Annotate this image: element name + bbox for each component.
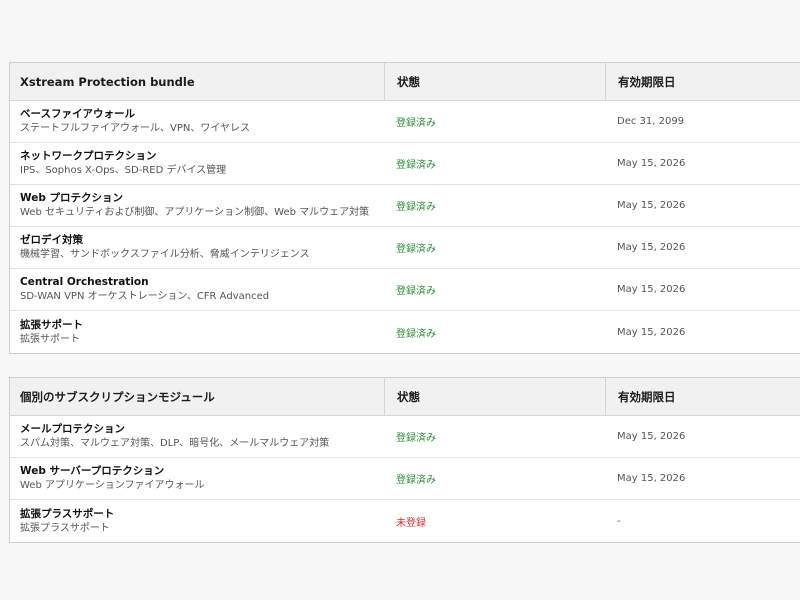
subscription-description: Web アプリケーションファイアウォール bbox=[20, 480, 205, 491]
subscription-description: Web セキュリティおよび制御、アプリケーション制御、Web マルウェア対策 bbox=[20, 207, 370, 218]
status-registered: 登録済み bbox=[396, 160, 436, 171]
table-row: Web サーバープロテクション Web アプリケーションファイアウォール 登録済… bbox=[10, 458, 800, 500]
status-registered: 登録済み bbox=[396, 118, 436, 129]
status-registered: 登録済み bbox=[396, 328, 436, 340]
subscription-name: ベースファイアウォール bbox=[20, 108, 135, 120]
subscription-description: スパム対策、マルウェア対策、DLP、暗号化、メールマルウェア対策 bbox=[20, 438, 330, 449]
bundle-table-header: Xstream Protection bundle 状態 有効期限日 bbox=[10, 63, 800, 101]
table-row: 拡張サポート 拡張サポート 登録済み May 15, 2026 bbox=[10, 311, 800, 353]
table-row: Web プロテクション Web セキュリティおよび制御、アプリケーション制御、W… bbox=[10, 185, 800, 227]
status-unregistered: 未登録 bbox=[396, 517, 426, 529]
subscription-name: 拡張プラスサポート bbox=[20, 507, 115, 520]
table-row: 拡張プラスサポート 拡張プラスサポート 未登録 - bbox=[10, 500, 800, 542]
column-header-status[interactable]: 状態 bbox=[384, 63, 605, 100]
expiry-date: May 15, 2026 bbox=[617, 326, 686, 338]
status-registered: 登録済み bbox=[396, 202, 436, 213]
modules-table: 個別のサブスクリプションモジュール 状態 有効期限日 メールプロテクション スパ… bbox=[9, 377, 800, 543]
subscription-description: 機械学習、サンドボックスファイル分析、脅威インテリジェンス bbox=[20, 249, 310, 260]
subscription-name: Central Orchestration bbox=[20, 276, 149, 288]
subscription-description: SD-WAN VPN オーケストレーション、CFR Advanced bbox=[20, 291, 270, 302]
subscription-description: 拡張プラスサポート bbox=[20, 522, 110, 534]
table-row: メールプロテクション スパム対策、マルウェア対策、DLP、暗号化、メールマルウェ… bbox=[10, 416, 800, 458]
subscription-name: ネットワークプロテクション bbox=[20, 150, 157, 162]
subscription-name: 拡張サポート bbox=[20, 318, 83, 331]
subscription-description: IPS、Sophos X-Ops、SD-RED デバイス管理 bbox=[20, 165, 227, 176]
status-registered: 登録済み bbox=[396, 244, 436, 255]
column-header-expiry[interactable]: 有効期限日 bbox=[605, 63, 800, 100]
expiry-date: - bbox=[617, 515, 621, 527]
table-row: Central Orchestration SD-WAN VPN オーケストレー… bbox=[10, 269, 800, 311]
subscription-description: 拡張サポート bbox=[20, 333, 80, 345]
table-row: ゼロデイ対策 機械学習、サンドボックスファイル分析、脅威インテリジェンス 登録済… bbox=[10, 227, 800, 269]
column-header-status[interactable]: 状態 bbox=[384, 378, 605, 415]
expiry-date: May 15, 2026 bbox=[617, 242, 686, 253]
status-registered: 登録済み bbox=[396, 286, 436, 297]
status-registered: 登録済み bbox=[396, 433, 436, 444]
bundle-table: Xstream Protection bundle 状態 有効期限日 ベースファ… bbox=[9, 62, 800, 354]
subscription-name: ゼロデイ対策 bbox=[20, 234, 83, 246]
expiry-date: May 15, 2026 bbox=[617, 473, 686, 484]
column-header-name[interactable]: 個別のサブスクリプションモジュール bbox=[10, 378, 384, 415]
table-row: ベースファイアウォール ステートフルファイアウォール、VPN、ワイヤレス 登録済… bbox=[10, 101, 800, 143]
subscription-name: Web プロテクション bbox=[20, 192, 124, 204]
modules-table-header: 個別のサブスクリプションモジュール 状態 有効期限日 bbox=[10, 378, 800, 416]
status-registered: 登録済み bbox=[396, 475, 436, 486]
expiry-date: May 15, 2026 bbox=[617, 200, 686, 211]
subscription-description: ステートフルファイアウォール、VPN、ワイヤレス bbox=[20, 123, 251, 134]
column-header-expiry[interactable]: 有効期限日 bbox=[605, 378, 800, 415]
subscription-name: メールプロテクション bbox=[20, 423, 125, 435]
table-row: ネットワークプロテクション IPS、Sophos X-Ops、SD-RED デバ… bbox=[10, 143, 800, 185]
subscription-name: Web サーバープロテクション bbox=[20, 465, 165, 477]
column-header-name[interactable]: Xstream Protection bundle bbox=[10, 63, 384, 100]
expiry-date: May 15, 2026 bbox=[617, 431, 686, 442]
expiry-date: Dec 31, 2099 bbox=[617, 116, 685, 127]
expiry-date: May 15, 2026 bbox=[617, 284, 686, 295]
expiry-date: May 15, 2026 bbox=[617, 158, 686, 169]
